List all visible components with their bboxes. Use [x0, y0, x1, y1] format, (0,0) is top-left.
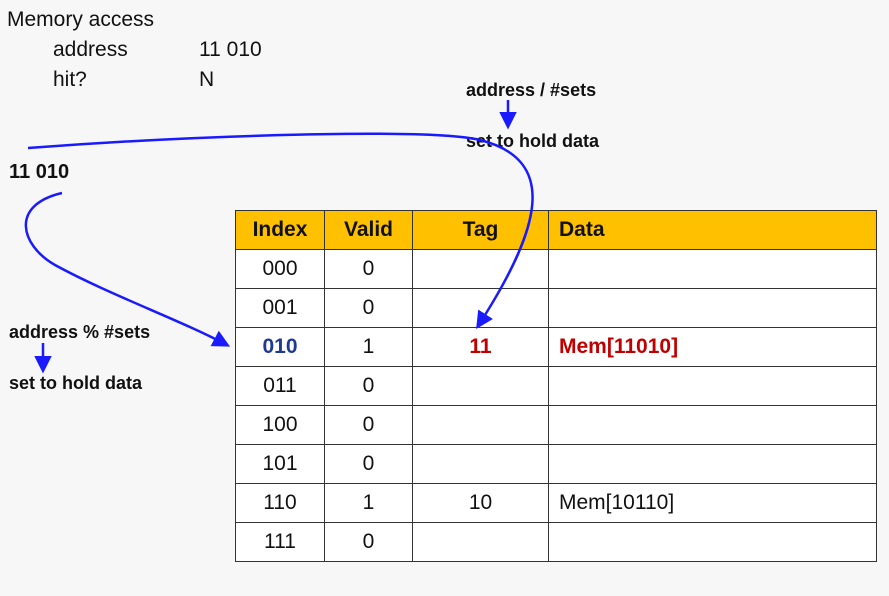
- tag-cell: [412, 522, 549, 562]
- data-cell: [548, 249, 877, 289]
- column-header-valid: Valid: [324, 210, 413, 250]
- valid-cell: 0: [324, 444, 413, 484]
- data-cell-highlighted: Mem[11010]: [548, 327, 877, 367]
- index-cell-highlighted: 010: [235, 327, 325, 367]
- index-cell: 011: [235, 366, 325, 406]
- data-cell: [548, 405, 877, 445]
- column-header-index: Index: [235, 210, 325, 250]
- tag-cell: [412, 249, 549, 289]
- table-row: 011 0: [235, 366, 877, 406]
- tag-cell: [412, 288, 549, 328]
- index-cell: 100: [235, 405, 325, 445]
- index-cell: 001: [235, 288, 325, 328]
- address-label: address: [53, 38, 128, 61]
- data-cell: [548, 288, 877, 328]
- tag-cell: [412, 405, 549, 445]
- table-row: 111 0: [235, 522, 877, 562]
- table-row: 100 0: [235, 405, 877, 445]
- valid-cell: 0: [324, 522, 413, 562]
- index-cell: 110: [235, 483, 325, 523]
- table-row-highlighted: 010 1 11 Mem[11010]: [235, 327, 877, 367]
- hit-label: hit?: [53, 68, 87, 91]
- tag-rule-bottom: set to hold data: [466, 131, 600, 151]
- valid-cell: 1: [324, 483, 413, 523]
- index-cell: 000: [235, 249, 325, 289]
- table-row: 001 0: [235, 288, 877, 328]
- cache-table-header-row: Index Valid Tag Data: [235, 210, 877, 250]
- tag-rule-top: address / #sets: [466, 80, 597, 100]
- table-row: 110 1 10 Mem[10110]: [235, 483, 877, 523]
- valid-cell: 0: [324, 405, 413, 445]
- valid-cell: 0: [324, 366, 413, 406]
- data-cell: [548, 444, 877, 484]
- data-cell: [548, 366, 877, 406]
- valid-cell: 0: [324, 288, 413, 328]
- index-rule-bottom: set to hold data: [9, 373, 143, 393]
- cache-table: Index Valid Tag Data 000 0 001 0 010 1 1…: [235, 210, 877, 562]
- index-cell: 101: [235, 444, 325, 484]
- column-header-tag: Tag: [412, 210, 549, 250]
- tag-cell: 10: [412, 483, 549, 523]
- data-cell: [548, 522, 877, 562]
- tag-cell: [412, 366, 549, 406]
- address-value: 11 010: [199, 38, 262, 61]
- tag-cell: [412, 444, 549, 484]
- hit-value: N: [199, 68, 215, 91]
- memory-access-title: Memory access: [7, 8, 155, 31]
- tag-cell-highlighted: 11: [412, 327, 549, 367]
- address-input-label: 11 010: [9, 161, 70, 183]
- index-cell: 111: [235, 522, 325, 562]
- valid-cell: 1: [324, 327, 413, 367]
- table-row: 000 0: [235, 249, 877, 289]
- table-row: 101 0: [235, 444, 877, 484]
- valid-cell: 0: [324, 249, 413, 289]
- data-cell: Mem[10110]: [548, 483, 877, 523]
- column-header-data: Data: [548, 210, 877, 250]
- index-rule-top: address % #sets: [9, 322, 151, 342]
